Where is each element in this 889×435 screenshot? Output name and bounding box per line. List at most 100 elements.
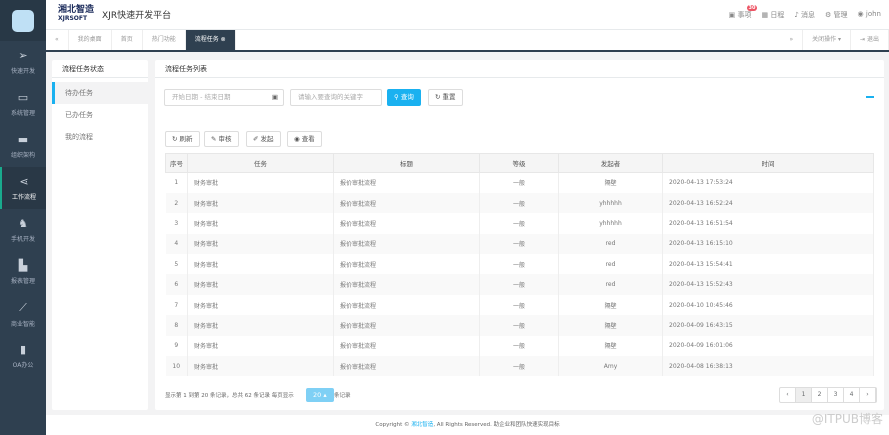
cell: 一般 (479, 315, 559, 336)
sidebar-item-label: 快速开发 (10, 68, 35, 75)
share-icon: ⋖ (19, 175, 29, 188)
table-row[interactable]: 7 财务审批 报价审批流程 一般 隔壁 2020-04-10 10:45:46 (165, 294, 874, 316)
cell: 报价审批流程 (333, 192, 480, 214)
manage-link[interactable]: ⚙ 管理 (825, 10, 848, 20)
pagination: ‹ 1 2 3 4 › (779, 387, 877, 403)
status-done[interactable]: 已办任务 (52, 104, 148, 126)
footer: Copyright © 湘北智造, All Rights Reserved. 助… (46, 415, 889, 435)
close-icon[interactable]: ⊗ (221, 36, 226, 43)
date-range-input[interactable]: 开始日期 - 结束日期 ▣ (164, 89, 284, 106)
cell: 财务审批 (187, 274, 334, 295)
table-row[interactable]: 10 财务审批 报价审批流程 一般 Amy 2020-04-08 16:38:13 (165, 356, 874, 377)
keyword-input[interactable]: 请输入要查询的关键字 (290, 89, 382, 106)
col-title[interactable]: 标题 (333, 153, 480, 173)
collapse-icon[interactable] (866, 96, 874, 98)
page-button[interactable]: 1 (796, 388, 812, 402)
page-size-select[interactable]: 20 ▴ (306, 388, 334, 402)
cell: 6 (165, 274, 188, 295)
table-row[interactable]: 9 财务审批 报价审批流程 一般 隔壁 2020-04-09 16:01:06 (165, 335, 874, 357)
table-row[interactable]: 6 财务审批 报价审批流程 一般 red 2020-04-13 15:52:43 (165, 274, 874, 295)
page-button[interactable]: › (860, 388, 876, 402)
area-chart-icon: ▙ (18, 259, 28, 272)
schedule-link[interactable]: ▦ 日程 (761, 10, 784, 20)
footer-link[interactable]: 湘北智造 (411, 422, 433, 428)
tab-home[interactable]: 首页 (112, 30, 143, 50)
cell: 2020-04-09 16:43:15 (662, 315, 874, 336)
col-task[interactable]: 任务 (187, 153, 334, 173)
user-menu[interactable]: ◉ john (858, 10, 881, 20)
tab-desktop[interactable]: 我的桌面 (69, 30, 112, 50)
sidebar-item-2[interactable]: ▬ 组织架构 (0, 125, 46, 167)
table-row[interactable]: 1 财务审批 报价审批流程 一般 隔壁 2020-04-13 17:53:24 (165, 172, 874, 193)
sidebar: ➢ 快速开发 ▭ 系统管理 ▬ 组织架构 ⋖ 工作流程 ♞ 手机开发 ▙ 报表管理 ⟋ 商业智能 ▮ OA办公 (0, 0, 46, 435)
avatar[interactable] (0, 0, 46, 41)
cell: 一般 (479, 192, 559, 214)
table-row[interactable]: 8 财务审批 报价审批流程 一般 隔壁 2020-04-09 16:43:15 (165, 315, 874, 336)
table-row[interactable]: 4 财务审批 报价审批流程 一般 red 2020-04-13 16:15:10 (165, 233, 874, 255)
todo-link[interactable]: ▣ 事项 30 (729, 4, 758, 20)
app-title: XJR快速开发平台 (102, 11, 172, 21)
cell: 一般 (479, 294, 559, 316)
col-index[interactable]: 序号 (165, 153, 188, 173)
table-row[interactable]: 5 财务审批 报价审批流程 一般 red 2020-04-13 15:54:41 (165, 254, 874, 275)
status-mine[interactable]: 我的流程 (52, 126, 148, 148)
sidebar-item-label: OA办公 (12, 362, 34, 369)
android-icon: ♞ (18, 217, 28, 230)
cell: 一般 (479, 254, 559, 275)
cell: 一般 (479, 356, 559, 377)
col-initiator[interactable]: 发起者 (558, 153, 663, 173)
cell: 报价审批流程 (333, 213, 480, 234)
close-ops-dropdown[interactable]: 关闭操作 ▾ (803, 30, 852, 50)
view-button[interactable]: ◉ 查看 (287, 131, 322, 147)
table-row[interactable]: 2 财务审批 报价审批流程 一般 yhhhhh 2020-04-13 16:52:24 (165, 192, 874, 214)
table-row[interactable]: 3 财务审批 报价审批流程 一般 yhhhhh 2020-04-13 16:51:54 (165, 213, 874, 234)
tab-flow-tasks[interactable]: 流程任务 ⊗ (185, 30, 236, 50)
cell: 2020-04-13 16:51:54 (662, 213, 874, 234)
sidebar-item-0[interactable]: ➢ 快速开发 (0, 41, 46, 83)
sidebar-item-label: 工作流程 (11, 194, 36, 201)
page-button[interactable]: ‹ (780, 388, 796, 402)
cell: 隔壁 (558, 294, 663, 316)
cell: 隔壁 (558, 172, 663, 193)
logout-button[interactable]: ⇥ 退出 (851, 30, 889, 50)
sidebar-item-3[interactable]: ⋖ 工作流程 (0, 167, 46, 209)
initiate-button[interactable]: ✐ 发起 (246, 131, 281, 147)
cell: 财务审批 (187, 294, 334, 316)
status-todo[interactable]: 待办任务 (52, 82, 148, 104)
cell: Amy (558, 356, 663, 377)
sidebar-item-1[interactable]: ▭ 系统管理 (0, 83, 46, 125)
sidebar-item-label: 报表管理 (10, 278, 35, 285)
sidebar-item-4[interactable]: ♞ 手机开发 (0, 209, 46, 251)
sidebar-item-5[interactable]: ▙ 报表管理 (0, 251, 46, 293)
scroll-right-button[interactable]: » (780, 30, 804, 50)
cell: 隔壁 (558, 335, 663, 357)
tab-hot[interactable]: 热门功能 (143, 30, 186, 50)
col-time[interactable]: 时间 (662, 153, 874, 173)
cell: 一般 (479, 233, 559, 255)
task-table: 序号 任务 标题 等级 发起者 时间 1 财务审批 报价审批流程 一般 隔壁 2020-0… (165, 153, 874, 377)
sidebar-item-label: 系统管理 (10, 110, 35, 117)
cell: red (558, 233, 663, 255)
cell: 一般 (479, 335, 559, 357)
refresh-button[interactable]: ↻ 刷新 (165, 131, 200, 147)
cell: 隔壁 (558, 315, 663, 336)
watermark: @ITPUB博客 (811, 412, 883, 426)
audit-button[interactable]: ✎ 审核 (204, 131, 239, 147)
user-icon: ◉ (857, 9, 864, 18)
cell: yhhhhh (558, 213, 663, 234)
page-button[interactable]: 2 (812, 388, 828, 402)
sidebar-item-6[interactable]: ⟋ 商业智能 (0, 293, 46, 335)
reset-button[interactable]: ↻ 重置 (428, 89, 463, 106)
sidebar-item-7[interactable]: ▮ OA办公 (0, 335, 46, 377)
cell: 财务审批 (187, 213, 334, 234)
cell: 报价审批流程 (333, 356, 480, 377)
page-button[interactable]: 3 (828, 388, 844, 402)
col-level[interactable]: 等级 (479, 153, 559, 173)
search-button[interactable]: ⚲ 查询 (387, 89, 421, 106)
cell: 2020-04-13 16:52:24 (662, 192, 874, 214)
cell: 9 (165, 335, 188, 357)
scroll-left-button[interactable]: « (46, 30, 69, 50)
cell: 2020-04-13 15:54:41 (662, 254, 874, 275)
page-button[interactable]: 4 (844, 388, 860, 402)
message-link[interactable]: ♪ 消息 (794, 10, 815, 20)
